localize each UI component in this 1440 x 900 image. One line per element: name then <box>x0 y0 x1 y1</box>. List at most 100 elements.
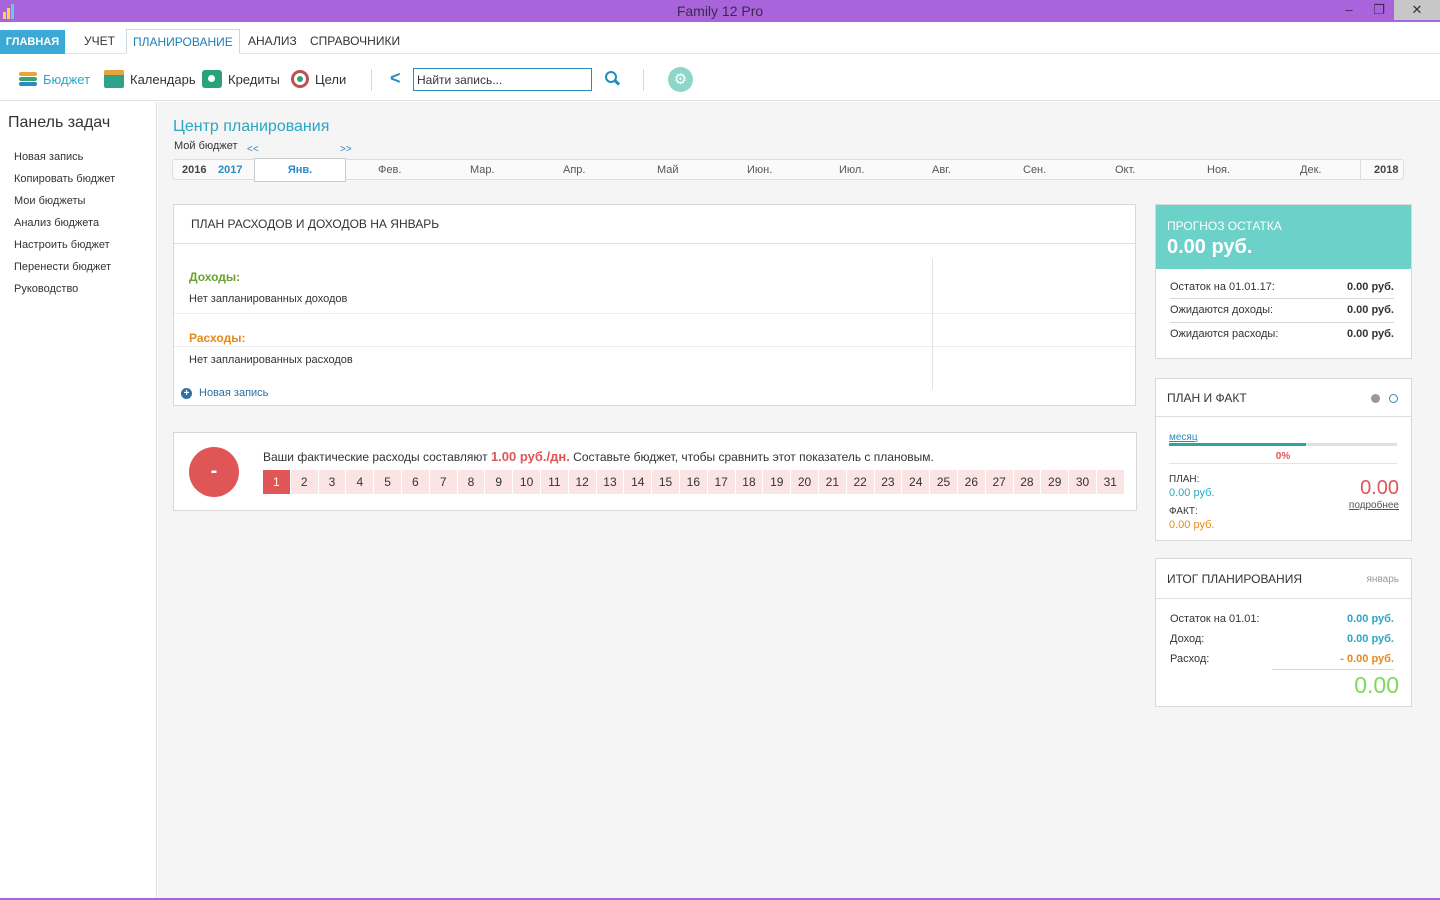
divider <box>1272 669 1394 670</box>
day-cell[interactable]: 25 <box>930 470 958 494</box>
plan-fact-panel: ПЛАН И ФАКТ месяц 0% ПЛАН: 0.00 руб. ФАК… <box>1155 378 1412 541</box>
minimize-button[interactable]: – <box>1334 0 1364 20</box>
year-2016[interactable]: 2016 <box>182 164 206 176</box>
month-jul[interactable]: Июл. <box>839 164 864 176</box>
sidebar-item-my-budgets[interactable]: Мои бюджеты <box>14 195 85 207</box>
gear-icon[interactable]: ⚙ <box>668 67 693 92</box>
menu-accounting[interactable]: УЧЕТ <box>78 29 121 54</box>
day-cell[interactable]: 12 <box>568 470 597 494</box>
close-button[interactable]: ✕ <box>1394 0 1440 20</box>
month-sep[interactable]: Сен. <box>1023 164 1046 176</box>
day-cell[interactable]: 4 <box>346 470 375 494</box>
day-cell[interactable]: 22 <box>846 470 875 494</box>
sidebar-item-move-budget[interactable]: Перенести бюджет <box>14 261 111 273</box>
plan-panel: ПЛАН РАСХОДОВ И ДОХОДОВ НА ЯНВАРЬ Доходы… <box>173 204 1136 406</box>
day-cell[interactable]: 31 <box>1096 470 1125 494</box>
month-nov[interactable]: Ноя. <box>1207 164 1230 176</box>
menu-bar: ГЛАВНАЯ УЧЕТ ПЛАНИРОВАНИЕ АНАЛИЗ СПРАВОЧ… <box>0 22 1440 54</box>
search-input[interactable] <box>413 68 592 91</box>
day-cell[interactable]: 15 <box>652 470 680 494</box>
sidebar-item-guide[interactable]: Руководство <box>14 283 78 295</box>
day-cell[interactable]: 19 <box>763 470 792 494</box>
restore-button[interactable]: ❐ <box>1364 0 1394 20</box>
total-row-label: Расход: <box>1170 653 1210 665</box>
day-cell[interactable]: 14 <box>624 470 653 494</box>
total-row: Расход: - 0.00 руб. <box>1170 653 1394 665</box>
day-cell[interactable]: 13 <box>596 470 625 494</box>
day-cell[interactable]: 9 <box>485 470 514 494</box>
toolbar-goals[interactable]: Цели <box>291 68 346 90</box>
day-cell[interactable]: 27 <box>985 470 1014 494</box>
page-title: Центр планирования <box>173 118 330 135</box>
forecast-row: Ожидаются доходы: 0.00 руб. <box>1170 304 1394 316</box>
sidebar-item-configure-budget[interactable]: Настроить бюджет <box>14 239 110 251</box>
day-cell[interactable]: 26 <box>957 470 986 494</box>
sidebar-item-budget-analysis[interactable]: Анализ бюджета <box>14 217 99 229</box>
main-content: Центр планирования Мой бюджет << >> 2016… <box>158 102 1440 900</box>
total-row-value: - 0.00 руб. <box>1340 653 1394 665</box>
period-link[interactable]: месяц <box>1169 432 1198 443</box>
day-cell[interactable]: 17 <box>707 470 736 494</box>
day-cell[interactable]: 2 <box>290 470 319 494</box>
month-strip: 2016 2017 Янв. Фев. Мар. Апр. Май Июн. И… <box>172 158 1404 182</box>
target-icon <box>291 70 309 88</box>
day-cell[interactable]: 3 <box>318 470 347 494</box>
toolbar-divider <box>643 69 644 91</box>
menu-references[interactable]: СПРАВОЧНИКИ <box>304 29 406 54</box>
day-cell[interactable]: 8 <box>457 470 486 494</box>
nav-prev-button[interactable]: << <box>247 144 259 155</box>
view-dot-active[interactable] <box>1371 394 1380 403</box>
month-mar[interactable]: Мар. <box>470 164 495 176</box>
planning-total-value: 0.00 <box>1354 672 1399 698</box>
fact-label: ФАКТ: <box>1169 506 1198 517</box>
toolbar-budget-label: Бюджет <box>43 71 91 87</box>
month-jan[interactable]: Янв. <box>254 158 346 182</box>
month-apr[interactable]: Апр. <box>563 164 585 176</box>
menu-analysis[interactable]: АНАЛИЗ <box>242 29 303 54</box>
fact-value: 0.00 руб. <box>1169 519 1215 531</box>
year-2018[interactable]: 2018 <box>1374 164 1398 176</box>
expense-empty-text: Нет запланированных расходов <box>189 354 353 366</box>
month-may[interactable]: Май <box>657 164 679 176</box>
day-cell[interactable]: 20 <box>791 470 819 494</box>
year-2017[interactable]: 2017 <box>218 164 242 176</box>
day-cell[interactable]: 21 <box>818 470 847 494</box>
actual-amount: 1.00 руб./дн. <box>490 449 570 464</box>
day-cell[interactable]: 23 <box>874 470 903 494</box>
income-title: Доходы: <box>189 270 241 284</box>
budget-icon <box>17 70 37 88</box>
day-cell[interactable]: 7 <box>429 470 458 494</box>
plus-circle-icon: + <box>181 387 192 399</box>
toolbar-credits[interactable]: Кредиты <box>202 68 280 90</box>
day-cell[interactable]: 6 <box>401 470 430 494</box>
new-entry-link[interactable]: + Новая запись <box>181 387 268 399</box>
menu-planning[interactable]: ПЛАНИРОВАНИЕ <box>126 29 240 54</box>
day-cell[interactable]: 28 <box>1013 470 1042 494</box>
day-cell[interactable]: 10 <box>513 470 541 494</box>
day-cell[interactable]: 18 <box>735 470 764 494</box>
day-cell[interactable]: 30 <box>1069 470 1097 494</box>
back-arrow-icon[interactable]: < <box>390 68 401 89</box>
sidebar-item-new-entry[interactable]: Новая запись <box>14 151 83 163</box>
actual-text-after: Составьте бюджет, чтобы сравнить этот по… <box>569 450 934 464</box>
day-cell[interactable]: 24 <box>902 470 931 494</box>
search-icon[interactable] <box>605 71 619 85</box>
nav-next-button[interactable]: >> <box>340 144 352 155</box>
day-cell[interactable]: 1 <box>263 470 291 494</box>
budget-selector[interactable]: Мой бюджет <box>174 140 237 152</box>
month-jun[interactable]: Июн. <box>747 164 772 176</box>
month-oct[interactable]: Окт. <box>1115 164 1135 176</box>
details-link[interactable]: подробнее <box>1349 500 1399 511</box>
toolbar-calendar[interactable]: Календарь <box>104 68 196 90</box>
day-cell[interactable]: 11 <box>540 470 569 494</box>
month-dec[interactable]: Дек. <box>1300 164 1321 176</box>
month-aug[interactable]: Авг. <box>932 164 951 176</box>
day-cell[interactable]: 5 <box>374 470 402 494</box>
menu-home[interactable]: ГЛАВНАЯ <box>0 30 65 54</box>
toolbar-budget[interactable]: Бюджет <box>17 68 90 90</box>
sidebar-item-copy-budget[interactable]: Копировать бюджет <box>14 173 115 185</box>
month-feb[interactable]: Фев. <box>378 164 401 176</box>
day-cell[interactable]: 16 <box>679 470 708 494</box>
view-dot-inactive[interactable] <box>1389 394 1398 403</box>
day-cell[interactable]: 29 <box>1041 470 1070 494</box>
